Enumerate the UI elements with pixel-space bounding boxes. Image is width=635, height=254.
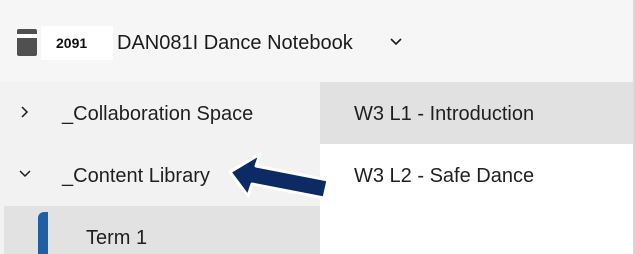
page-label: W3 L1 - Introduction [354,103,535,125]
chevron-down-icon[interactable] [388,34,404,50]
notebook-header: 2091 DAN081I Dance Notebook [0,0,633,82]
page-list: W3 L1 - Introduction W3 L2 - Safe Dance [320,82,633,254]
page-item-safe-dance[interactable]: W3 L2 - Safe Dance [320,144,633,206]
notebook-icon [17,29,37,56]
section-label: _Content Library [62,165,210,187]
section-label: Term 1 [86,227,148,249]
onenote-window: 2091 DAN081I Dance Notebook _Collaborati… [0,0,635,254]
page-label: W3 L2 - Safe Dance [354,165,535,187]
chevron-right-icon[interactable] [18,105,32,119]
section-color-tab [38,212,48,254]
chevron-down-icon[interactable] [18,167,32,181]
section-collaboration-space[interactable]: _Collaboration Space [0,82,320,144]
page-item-introduction[interactable]: W3 L1 - Introduction [320,82,633,144]
pointer-arrow-icon [228,152,330,200]
section-label: _Collaboration Space [62,103,254,125]
notebook-badge: 2091 [41,26,113,60]
section-term-1[interactable]: Term 1 [4,206,320,254]
notebook-title[interactable]: DAN081I Dance Notebook [117,30,353,56]
